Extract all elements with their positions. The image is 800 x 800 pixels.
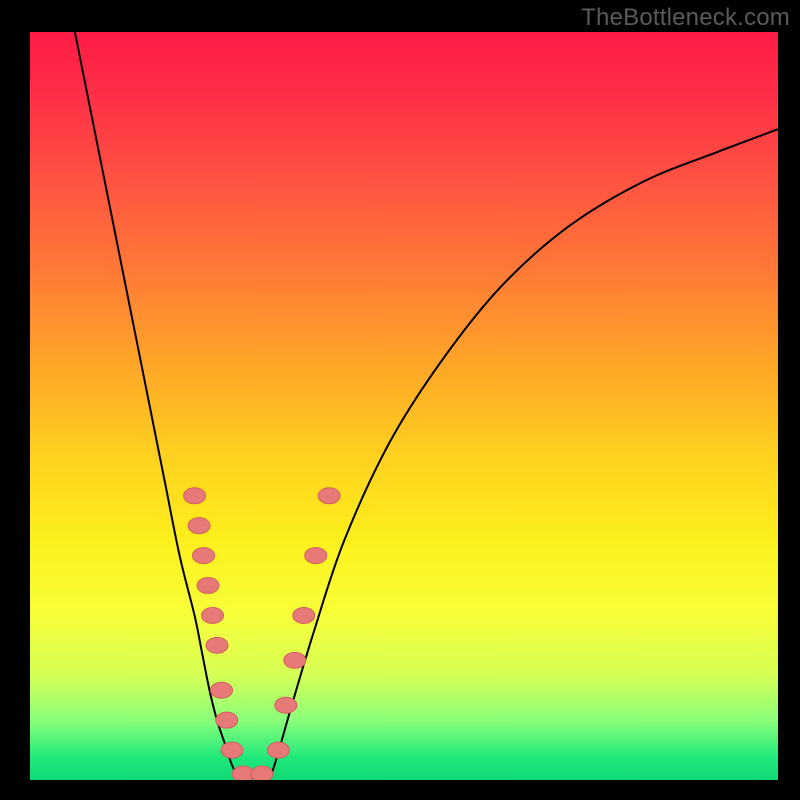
- marker-bead: [284, 652, 306, 668]
- marker-bead: [202, 607, 224, 623]
- marker-bead: [206, 637, 228, 653]
- marker-bead: [318, 488, 340, 504]
- marker-bead: [221, 742, 243, 758]
- curve-right-branch: [269, 129, 778, 780]
- marker-bead: [293, 607, 315, 623]
- marker-bead: [216, 712, 238, 728]
- marker-bead: [197, 578, 219, 594]
- watermark-label: TheBottleneck.com: [581, 4, 790, 32]
- marker-beads: [184, 488, 341, 780]
- marker-bead: [251, 766, 273, 780]
- curve-left-branch: [75, 32, 240, 780]
- marker-bead: [275, 697, 297, 713]
- marker-bead: [305, 548, 327, 564]
- chart-frame: TheBottleneck.com: [0, 0, 800, 800]
- marker-bead: [267, 742, 289, 758]
- marker-bead: [193, 548, 215, 564]
- marker-bead: [210, 682, 232, 698]
- chart-svg: [30, 32, 778, 780]
- plot-area: [30, 32, 778, 780]
- marker-bead: [184, 488, 206, 504]
- marker-bead: [188, 518, 210, 534]
